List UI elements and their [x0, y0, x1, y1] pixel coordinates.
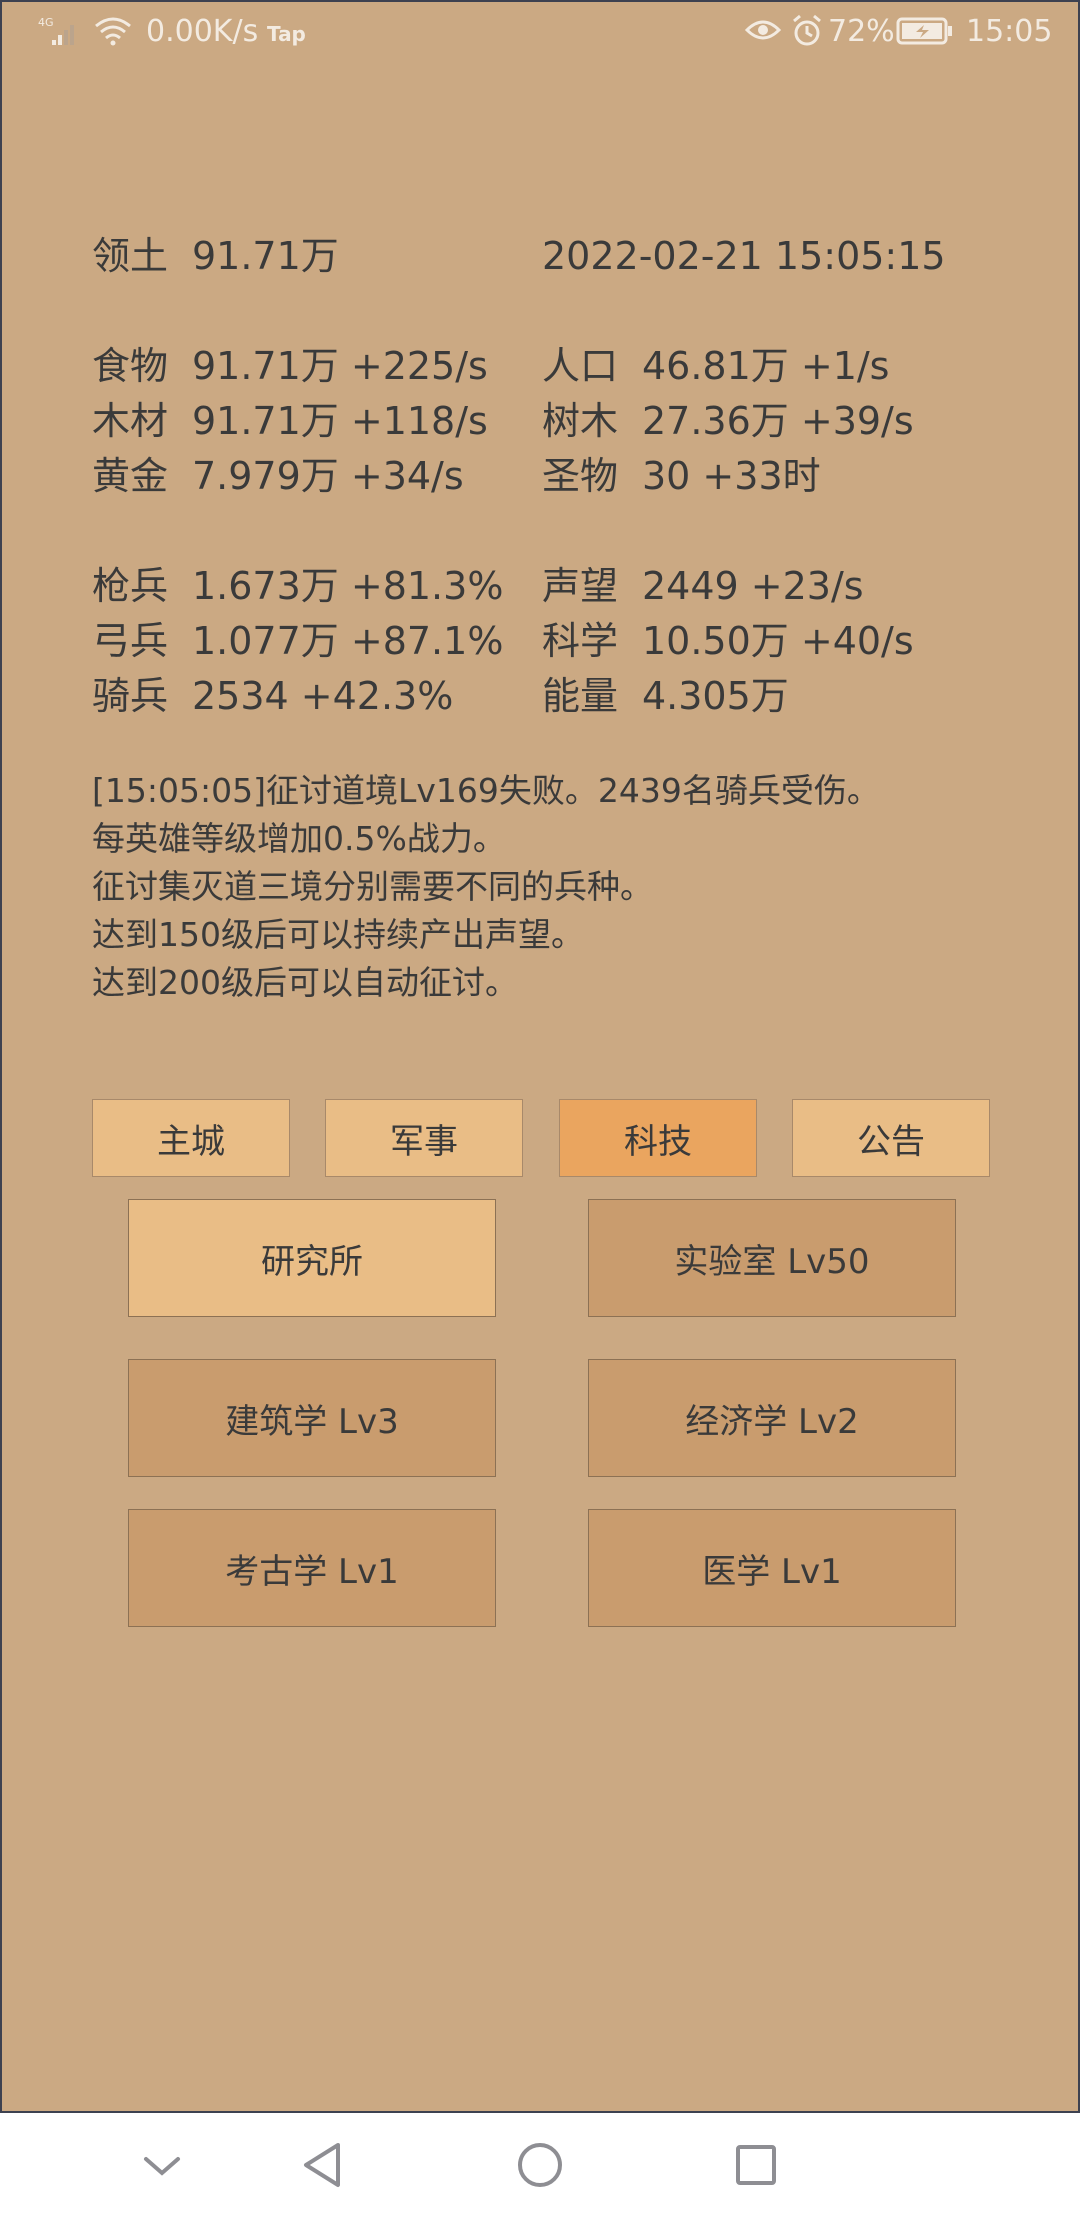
troop-cavalry: 骑兵 2534 +42.3%: [92, 672, 453, 720]
territory-value: 91.71万: [192, 234, 339, 278]
resource-trees: 树木 27.36万 +39/s: [542, 397, 914, 445]
resource-value: 7.979万 +34/s: [192, 454, 464, 498]
app-area: 4G 0.00K/s Tap 72% 15:05 领土 91.71万 2022-…: [0, 0, 1080, 2113]
status-bar: 4G 0.00K/s Tap 72% 15:05: [2, 2, 1080, 62]
resource-label: 树木: [542, 399, 619, 443]
log-line: 征讨集灭道三境分别需要不同的兵种。: [92, 867, 653, 906]
stat-value: 10.50万 +40/s: [642, 619, 914, 663]
message-log: [15:05:05]征讨道境Lv169失败。2439名骑兵受伤。 每英雄等级增加…: [92, 767, 880, 1007]
resource-gold: 黄金 7.979万 +34/s: [92, 452, 464, 500]
research-institute-button[interactable]: 研究所: [128, 1199, 496, 1317]
recent-apps-icon[interactable]: [726, 2135, 786, 2195]
architecture-button[interactable]: 建筑学 Lv3: [128, 1359, 496, 1477]
hide-keyboard-chevron-icon[interactable]: [132, 2135, 192, 2195]
resource-label: 食物: [92, 344, 169, 388]
troop-value: 2534 +42.3%: [192, 674, 454, 718]
resource-value: 46.81万 +1/s: [642, 344, 890, 388]
resource-relics: 圣物 30 +33时: [542, 452, 821, 500]
clock-time: 15:05: [966, 14, 1053, 49]
network-speed: 0.00K/s: [146, 14, 259, 49]
troop-label: 枪兵: [92, 564, 169, 608]
log-line: [15:05:05]征讨道境Lv169失败。2439名骑兵受伤。: [92, 771, 880, 810]
resource-value: 27.36万 +39/s: [642, 399, 914, 443]
resource-food: 食物 91.71万 +225/s: [92, 342, 488, 390]
tab-technology[interactable]: 科技: [559, 1099, 757, 1177]
log-line: 达到150级后可以持续产出声望。: [92, 915, 584, 954]
game-datetime: 2022-02-21 15:05:15: [542, 234, 946, 278]
stat-prestige: 声望 2449 +23/s: [542, 562, 864, 610]
tab-announcement[interactable]: 公告: [792, 1099, 990, 1177]
laboratory-button[interactable]: 实验室 Lv50: [588, 1199, 956, 1317]
medicine-button[interactable]: 医学 Lv1: [588, 1509, 956, 1627]
stat-science: 科学 10.50万 +40/s: [542, 617, 914, 665]
resource-population: 人口 46.81万 +1/s: [542, 342, 889, 390]
eye-icon: [744, 16, 782, 53]
stat-value: 2449 +23/s: [642, 564, 864, 608]
resource-wood: 木材 91.71万 +118/s: [92, 397, 488, 445]
stat-label: 声望: [542, 564, 619, 608]
troop-value: 1.077万 +87.1%: [192, 619, 504, 663]
resource-label: 黄金: [92, 454, 169, 498]
troop-label: 骑兵: [92, 674, 169, 718]
stat-value: 4.305万: [642, 674, 789, 718]
resource-value: 91.71万 +118/s: [192, 399, 488, 443]
wifi-icon: [94, 16, 132, 55]
stat-energy: 能量 4.305万: [542, 672, 789, 720]
resource-label: 人口: [542, 344, 619, 388]
battery-charging-icon: [896, 16, 954, 55]
territory-stat: 领土 91.71万: [92, 232, 339, 280]
home-icon[interactable]: [510, 2135, 570, 2195]
tab-military[interactable]: 军事: [325, 1099, 523, 1177]
troop-label: 弓兵: [92, 619, 169, 663]
economics-button[interactable]: 经济学 Lv2: [588, 1359, 956, 1477]
back-icon[interactable]: [294, 2135, 354, 2195]
stat-label: 能量: [542, 674, 619, 718]
resource-label: 圣物: [542, 454, 619, 498]
troop-spearmen: 枪兵 1.673万 +81.3%: [92, 562, 503, 610]
signal-type: 4G: [38, 16, 54, 29]
log-line: 达到200级后可以自动征讨。: [92, 963, 518, 1002]
territory-label: 领土: [92, 234, 169, 278]
troop-value: 1.673万 +81.3%: [192, 564, 504, 608]
archaeology-button[interactable]: 考古学 Lv1: [128, 1509, 496, 1627]
battery-percent: 72%: [828, 14, 895, 49]
log-line: 每英雄等级增加0.5%战力。: [92, 819, 506, 858]
cell-signal-icon: 4G: [38, 16, 82, 55]
troop-archers: 弓兵 1.077万 +87.1%: [92, 617, 503, 665]
resource-value: 30 +33时: [642, 454, 821, 498]
tab-main-city[interactable]: 主城: [92, 1099, 290, 1177]
navigation-bar: [0, 2113, 1080, 2220]
tap-indicator: Tap: [267, 22, 306, 46]
resource-value: 91.71万 +225/s: [192, 344, 488, 388]
alarm-icon: [790, 14, 824, 57]
stat-label: 科学: [542, 619, 619, 663]
resource-label: 木材: [92, 399, 169, 443]
